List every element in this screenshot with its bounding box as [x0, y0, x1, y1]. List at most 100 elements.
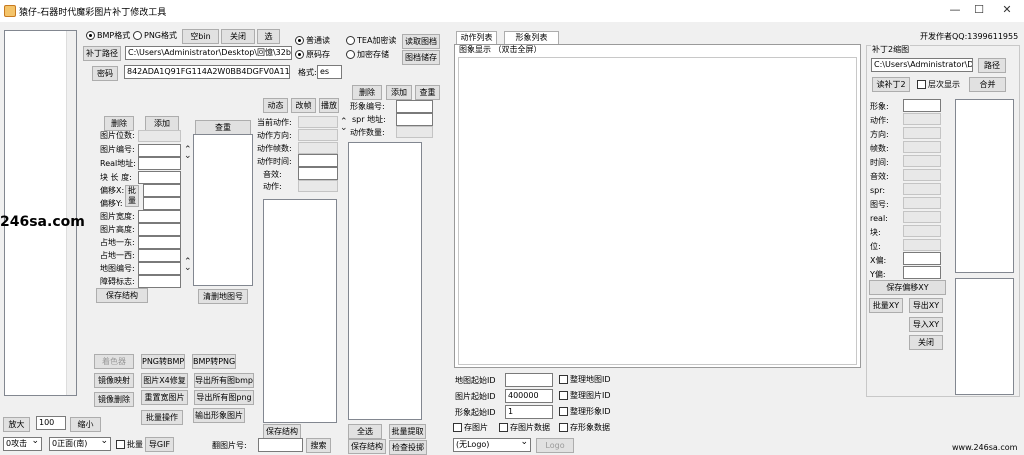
batch-offset-button[interactable]: 批量	[125, 185, 139, 207]
field-width-input[interactable]	[138, 210, 181, 223]
image-display[interactable]: 图象显示 （双击全屏）	[454, 44, 861, 368]
tab-form-list[interactable]: 形象列表	[504, 31, 559, 45]
x4-fix-button[interactable]: 图片X4修复	[141, 373, 188, 388]
read-index-button[interactable]: 读取图档	[402, 34, 440, 49]
colorizer-button[interactable]: 着色器	[94, 354, 134, 369]
export-form-button[interactable]: 输出形象图片	[193, 408, 245, 423]
save-struct-button[interactable]: 保存结构	[96, 288, 148, 303]
png-to-bmp-button[interactable]: PNG转BMP	[141, 354, 185, 369]
p2-offset-y-input[interactable]	[903, 266, 941, 279]
map-number-spinner[interactable]: ⌃ ⌄	[184, 258, 192, 273]
patch2-close-button[interactable]: 关闭	[909, 335, 943, 350]
direction-combo[interactable]: 0正面(南)	[49, 437, 111, 451]
field-offset-x-input[interactable]	[143, 184, 181, 197]
logo-combo[interactable]: (无Logo)	[453, 438, 531, 452]
import-xy-button[interactable]: 导入XY	[909, 317, 943, 332]
layer-display-checkbox[interactable]	[917, 80, 926, 89]
field-west-input[interactable]	[138, 249, 181, 262]
empty-bin-button[interactable]: 空bin	[182, 29, 219, 44]
password-button[interactable]: 密码	[92, 66, 118, 81]
check-cast-button[interactable]: 检查投掷	[389, 440, 427, 455]
image-canvas[interactable]	[458, 57, 857, 365]
export-bmp-button[interactable]: 导出所有图bmp	[194, 373, 254, 388]
select-button[interactable]: 选	[257, 29, 280, 44]
file-list-scrollbar[interactable]	[66, 31, 76, 395]
anim-time-input[interactable]	[298, 154, 338, 167]
field-real-input[interactable]	[138, 157, 181, 170]
patch2-path-button[interactable]: 路径	[978, 58, 1006, 73]
export-xy-button[interactable]: 导出XY	[909, 298, 943, 313]
zoom-input[interactable]: 100	[36, 416, 66, 430]
bmp-to-png-button[interactable]: BMP转PNG	[192, 354, 236, 369]
reset-width-button[interactable]: 重置宽图片	[141, 390, 188, 405]
mirror-map-button[interactable]: 镜像映射	[94, 373, 134, 388]
zoom-in-button[interactable]: 放大	[3, 417, 30, 432]
map-start-input[interactable]	[505, 373, 553, 387]
select-all-button[interactable]: 全选	[348, 424, 382, 439]
img-number-input[interactable]	[258, 438, 303, 452]
raw-save-radio[interactable]	[295, 50, 304, 59]
form-add-button[interactable]: 添加	[386, 85, 412, 100]
field-number-input[interactable]	[138, 144, 181, 157]
field-length-input[interactable]	[138, 171, 181, 184]
format-input[interactable]: es	[317, 65, 342, 79]
png-format-radio[interactable]	[133, 31, 142, 40]
batch-op-button[interactable]: 批量操作	[141, 410, 183, 425]
anim-list[interactable]	[263, 199, 337, 423]
merge-button[interactable]: 合并	[969, 77, 1006, 92]
close-file-button[interactable]: 关闭	[221, 29, 255, 44]
anim-sound-input[interactable]	[298, 167, 338, 180]
batch-extract-button[interactable]: 批量提取	[389, 424, 426, 439]
tea-read-radio[interactable]	[346, 36, 355, 45]
normal-read-radio[interactable]	[295, 36, 304, 45]
field-height-input[interactable]	[138, 223, 181, 236]
sort-img-checkbox[interactable]	[559, 391, 568, 400]
change-frame-button[interactable]: 改帧	[291, 98, 316, 113]
bmp-format-radio[interactable]	[86, 31, 95, 40]
form-spr-input[interactable]	[396, 113, 433, 126]
image-list[interactable]	[193, 134, 253, 286]
sort-map-checkbox[interactable]	[559, 375, 568, 384]
patch2-preview[interactable]	[955, 278, 1014, 395]
zoom-out-button[interactable]: 缩小	[70, 417, 101, 432]
tab-action-list[interactable]: 动作列表	[456, 31, 497, 45]
field-offset-y-input[interactable]	[143, 197, 181, 210]
patch2-path-input[interactable]: C:\Users\Administrator\Desk	[871, 58, 973, 72]
p2-offset-x-input[interactable]	[903, 252, 941, 265]
file-list[interactable]	[4, 30, 77, 396]
save-offset-button[interactable]: 保存偏移XY	[869, 280, 946, 295]
patch-path-input[interactable]: C:\Users\Administrator\Desktop\回憶\32bin图	[125, 46, 292, 60]
save-img-checkbox[interactable]	[453, 423, 462, 432]
anim-save-struct-button[interactable]: 保存结构	[263, 424, 301, 439]
dynamic-button[interactable]: 动态	[263, 98, 288, 113]
clear-map-button[interactable]: 清删地图号	[198, 289, 248, 304]
image-query-button[interactable]: 查重	[195, 120, 251, 135]
anim-spinner[interactable]: ⌃ ⌄	[340, 118, 348, 133]
play-button[interactable]: 播放	[319, 98, 339, 113]
form-start-input[interactable]: 1	[505, 405, 553, 419]
password-input[interactable]: 842ADA1Q91FG114A2W0BB4DGFV0A118A	[124, 65, 290, 79]
form-save-struct-button[interactable]: 保存结构	[348, 439, 386, 454]
patch-path-button[interactable]: 补丁路径	[83, 46, 121, 61]
form-delete-button[interactable]: 删除	[352, 85, 382, 100]
patch2-list[interactable]	[955, 99, 1014, 273]
save-img-data-checkbox[interactable]	[499, 423, 508, 432]
save-form-data-checkbox[interactable]	[559, 423, 568, 432]
form-query-button[interactable]: 查重	[415, 85, 440, 100]
img-start-input[interactable]: 400000	[505, 389, 553, 403]
save-index-button[interactable]: 图档储存	[402, 50, 440, 65]
batch-xy-button[interactable]: 批量XY	[869, 298, 903, 313]
attack-combo[interactable]: 0攻击	[3, 437, 42, 451]
close-window-button[interactable]: ✕	[984, 0, 1024, 22]
batch-checkbox[interactable]	[116, 440, 125, 449]
image-add-button[interactable]: 添加	[145, 116, 179, 131]
image-delete-button[interactable]: 删除	[104, 116, 134, 131]
sort-form-checkbox[interactable]	[559, 407, 568, 416]
p2-form-input[interactable]	[903, 99, 941, 112]
export-gif-button[interactable]: 导GIF	[145, 437, 174, 452]
logo-button[interactable]: Logo	[536, 438, 574, 453]
number-spinner[interactable]: ⌃ ⌄	[184, 146, 192, 161]
search-button[interactable]: 搜索	[306, 438, 331, 453]
field-east-input[interactable]	[138, 236, 181, 249]
encrypted-save-radio[interactable]	[346, 50, 355, 59]
